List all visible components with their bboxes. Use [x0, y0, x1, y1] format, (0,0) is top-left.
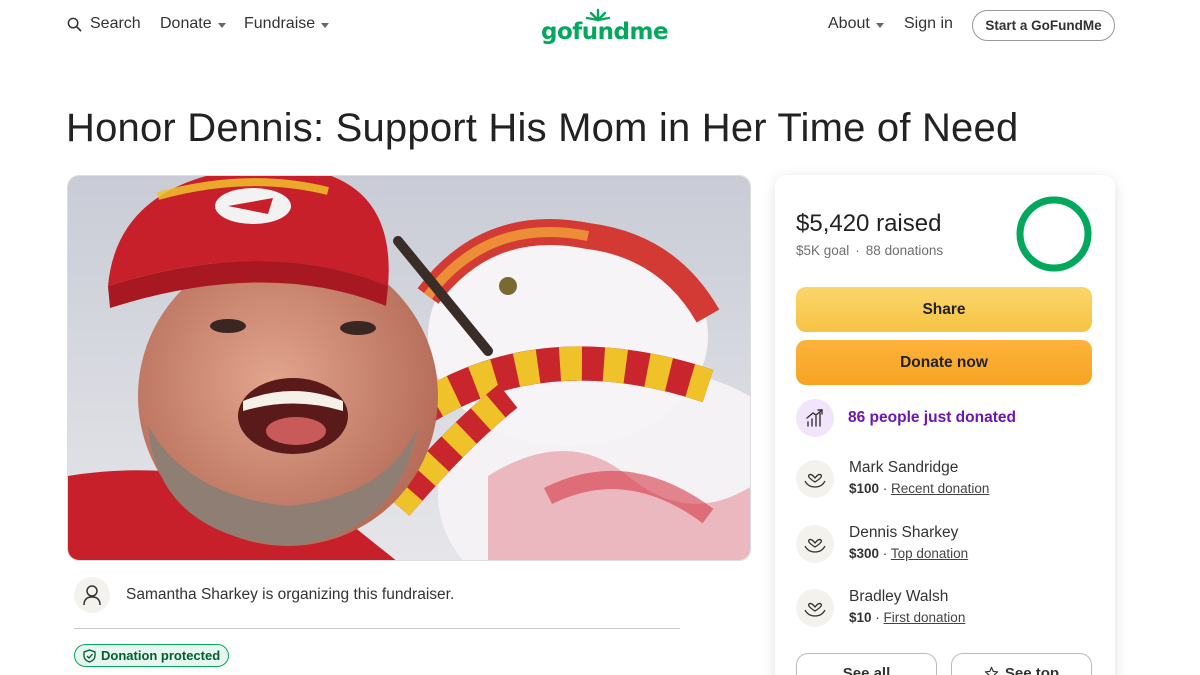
campaign-hero-image[interactable] — [67, 175, 751, 561]
logo-text: gofundme — [541, 19, 669, 45]
donor-item: Dennis Sharkey $300 · Top donation — [796, 524, 968, 563]
section-divider — [74, 628, 680, 629]
fundraise-menu[interactable]: Fundraise — [244, 15, 330, 33]
donor-amount: $10 — [849, 610, 872, 625]
about-menu-label: About — [828, 15, 870, 32]
donor-separator: · — [879, 546, 891, 561]
gofundme-logo[interactable]: gofundme — [541, 8, 669, 45]
goal-text: $5K goal — [796, 243, 850, 258]
search-nav[interactable]: Search — [67, 15, 141, 33]
heart-hands-icon — [804, 538, 826, 553]
donor-meta: $10 · First donation — [849, 610, 965, 625]
share-button[interactable]: Share — [796, 287, 1092, 332]
fundraise-menu-label: Fundraise — [244, 15, 316, 32]
page-title: Honor Dennis: Support His Mom in Her Tim… — [66, 106, 1019, 150]
donate-now-button[interactable]: Donate now — [796, 340, 1092, 385]
donor-tag-link[interactable]: First donation — [884, 610, 966, 625]
donor-amount: $300 — [849, 546, 880, 561]
donor-item: Bradley Walsh $10 · First donation — [796, 588, 965, 627]
search-label: Search — [90, 15, 141, 32]
amount-raised: $5,420 raised — [796, 210, 942, 237]
donor-meta: $300 · Top donation — [849, 546, 968, 561]
shield-check-icon — [83, 648, 96, 663]
donor-meta: $100 · Recent donation — [849, 481, 989, 496]
donor-amount: $100 — [849, 481, 880, 496]
star-icon — [984, 666, 999, 675]
recent-donors-count: 86 people just donated — [848, 409, 1016, 426]
see-all-button[interactable]: See all — [796, 653, 937, 675]
see-top-button[interactable]: See top — [951, 653, 1092, 675]
caret-down-icon — [321, 22, 330, 28]
donor-avatar — [796, 460, 834, 498]
sign-in-label: Sign in — [904, 15, 953, 32]
donor-avatar — [796, 589, 834, 627]
donation-card: $5,420 raised $5K goal · 88 donations Shar… — [775, 175, 1115, 675]
donor-tag-link[interactable]: Recent donation — [891, 481, 989, 496]
heart-hands-icon — [804, 602, 826, 617]
donations-count: 88 donations — [865, 243, 944, 258]
caret-down-icon — [217, 22, 226, 28]
donate-menu-label: Donate — [160, 15, 212, 32]
user-icon — [83, 585, 101, 606]
organizer-avatar — [74, 577, 110, 613]
site-header: Search Donate Fundraise gofundme About S… — [0, 0, 1200, 52]
goal-separator: · — [855, 243, 860, 258]
organizer-text: Samantha Sharkey is organizing this fund… — [126, 586, 455, 603]
donor-name: Dennis Sharkey — [849, 524, 959, 541]
badge-label: Donation protected — [101, 648, 221, 663]
start-gofundme-button[interactable]: Start a GoFundMe — [972, 10, 1115, 41]
donor-separator: · — [879, 481, 892, 496]
see-top-label: See top — [1004, 664, 1060, 675]
donor-name: Bradley Walsh — [849, 588, 949, 605]
heart-hands-icon — [804, 473, 826, 488]
about-menu[interactable]: About — [828, 15, 884, 33]
donate-menu[interactable]: Donate — [160, 15, 226, 33]
trend-icon-circle — [796, 399, 834, 437]
organizer-row: Samantha Sharkey is organizing this fund… — [74, 577, 454, 613]
hero-photo — [68, 176, 750, 560]
caret-down-icon — [875, 22, 884, 28]
search-icon — [67, 17, 82, 31]
progress-ring — [1016, 196, 1092, 272]
trend-row: 86 people just donated — [796, 399, 1016, 437]
donor-separator: · — [871, 610, 884, 625]
donor-name: Mark Sandridge — [849, 459, 959, 476]
donation-protected-badge[interactable]: Donation protected — [74, 644, 230, 667]
sign-in-link[interactable]: Sign in — [904, 15, 953, 33]
donor-tag-link[interactable]: Top donation — [891, 546, 968, 561]
goal-line: $5K goal · 88 donations — [796, 243, 943, 258]
donor-avatar — [796, 525, 834, 563]
trend-up-icon — [806, 409, 823, 427]
donor-item: Mark Sandridge $100 · Recent donation — [796, 459, 989, 498]
